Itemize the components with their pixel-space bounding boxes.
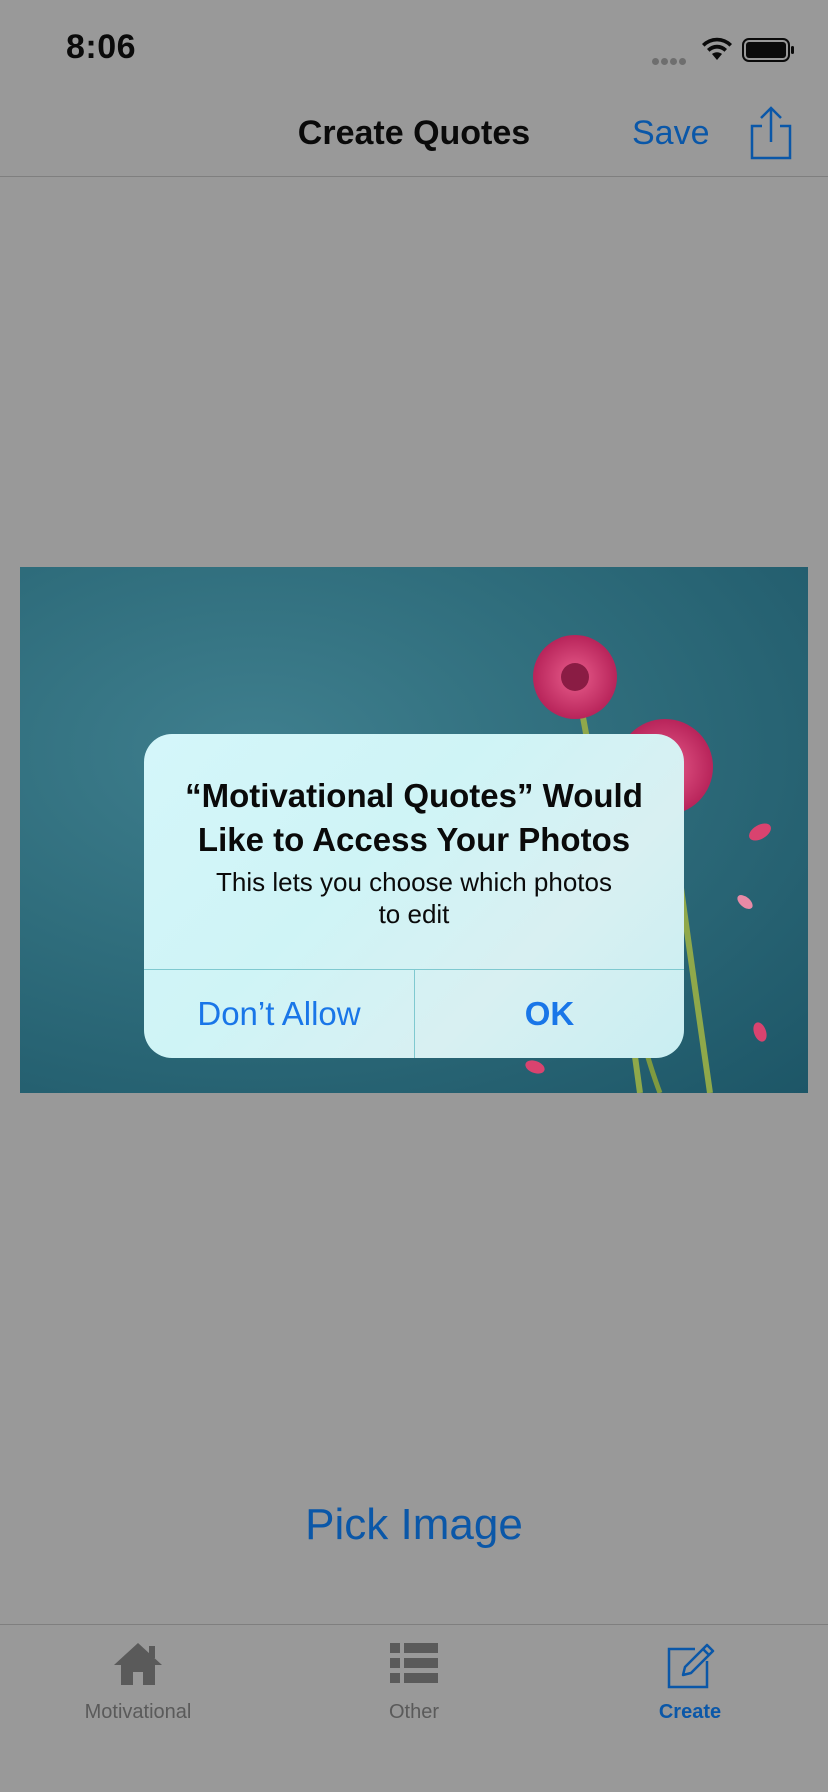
tab-label: Create xyxy=(658,1701,722,1723)
home-icon xyxy=(114,1643,162,1685)
status-time: 8:06 xyxy=(66,28,137,66)
photos-permission-alert: “Motivational Quotes” Would Like to Acce… xyxy=(144,734,684,1058)
tab-motivational[interactable]: Motivational xyxy=(0,1625,276,1725)
tab-other[interactable]: Other xyxy=(276,1625,552,1725)
tab-create[interactable]: Create xyxy=(552,1625,828,1725)
save-button[interactable]: Save xyxy=(632,114,710,153)
dont-allow-button[interactable]: Don’t Allow xyxy=(144,970,414,1058)
cellular-signal-icon xyxy=(652,52,688,70)
wifi-icon xyxy=(702,37,732,60)
pick-image-button[interactable]: Pick Image xyxy=(0,1500,828,1550)
tab-label: Other xyxy=(388,1701,440,1723)
compose-icon xyxy=(667,1643,715,1689)
list-icon xyxy=(390,1643,438,1683)
tab-bar: Motivational Other Create xyxy=(0,1624,828,1792)
ok-button[interactable]: OK xyxy=(415,970,684,1058)
alert-title: “Motivational Quotes” Would Like to Acce… xyxy=(185,777,643,858)
status-bar: 8:06 xyxy=(0,0,828,100)
tab-label: Motivational xyxy=(84,1701,192,1723)
alert-message: This lets you choose which photos to edi… xyxy=(216,867,612,929)
navigation-bar: Create Quotes Save xyxy=(0,100,828,177)
battery-icon xyxy=(742,38,794,62)
share-icon[interactable] xyxy=(748,104,794,160)
